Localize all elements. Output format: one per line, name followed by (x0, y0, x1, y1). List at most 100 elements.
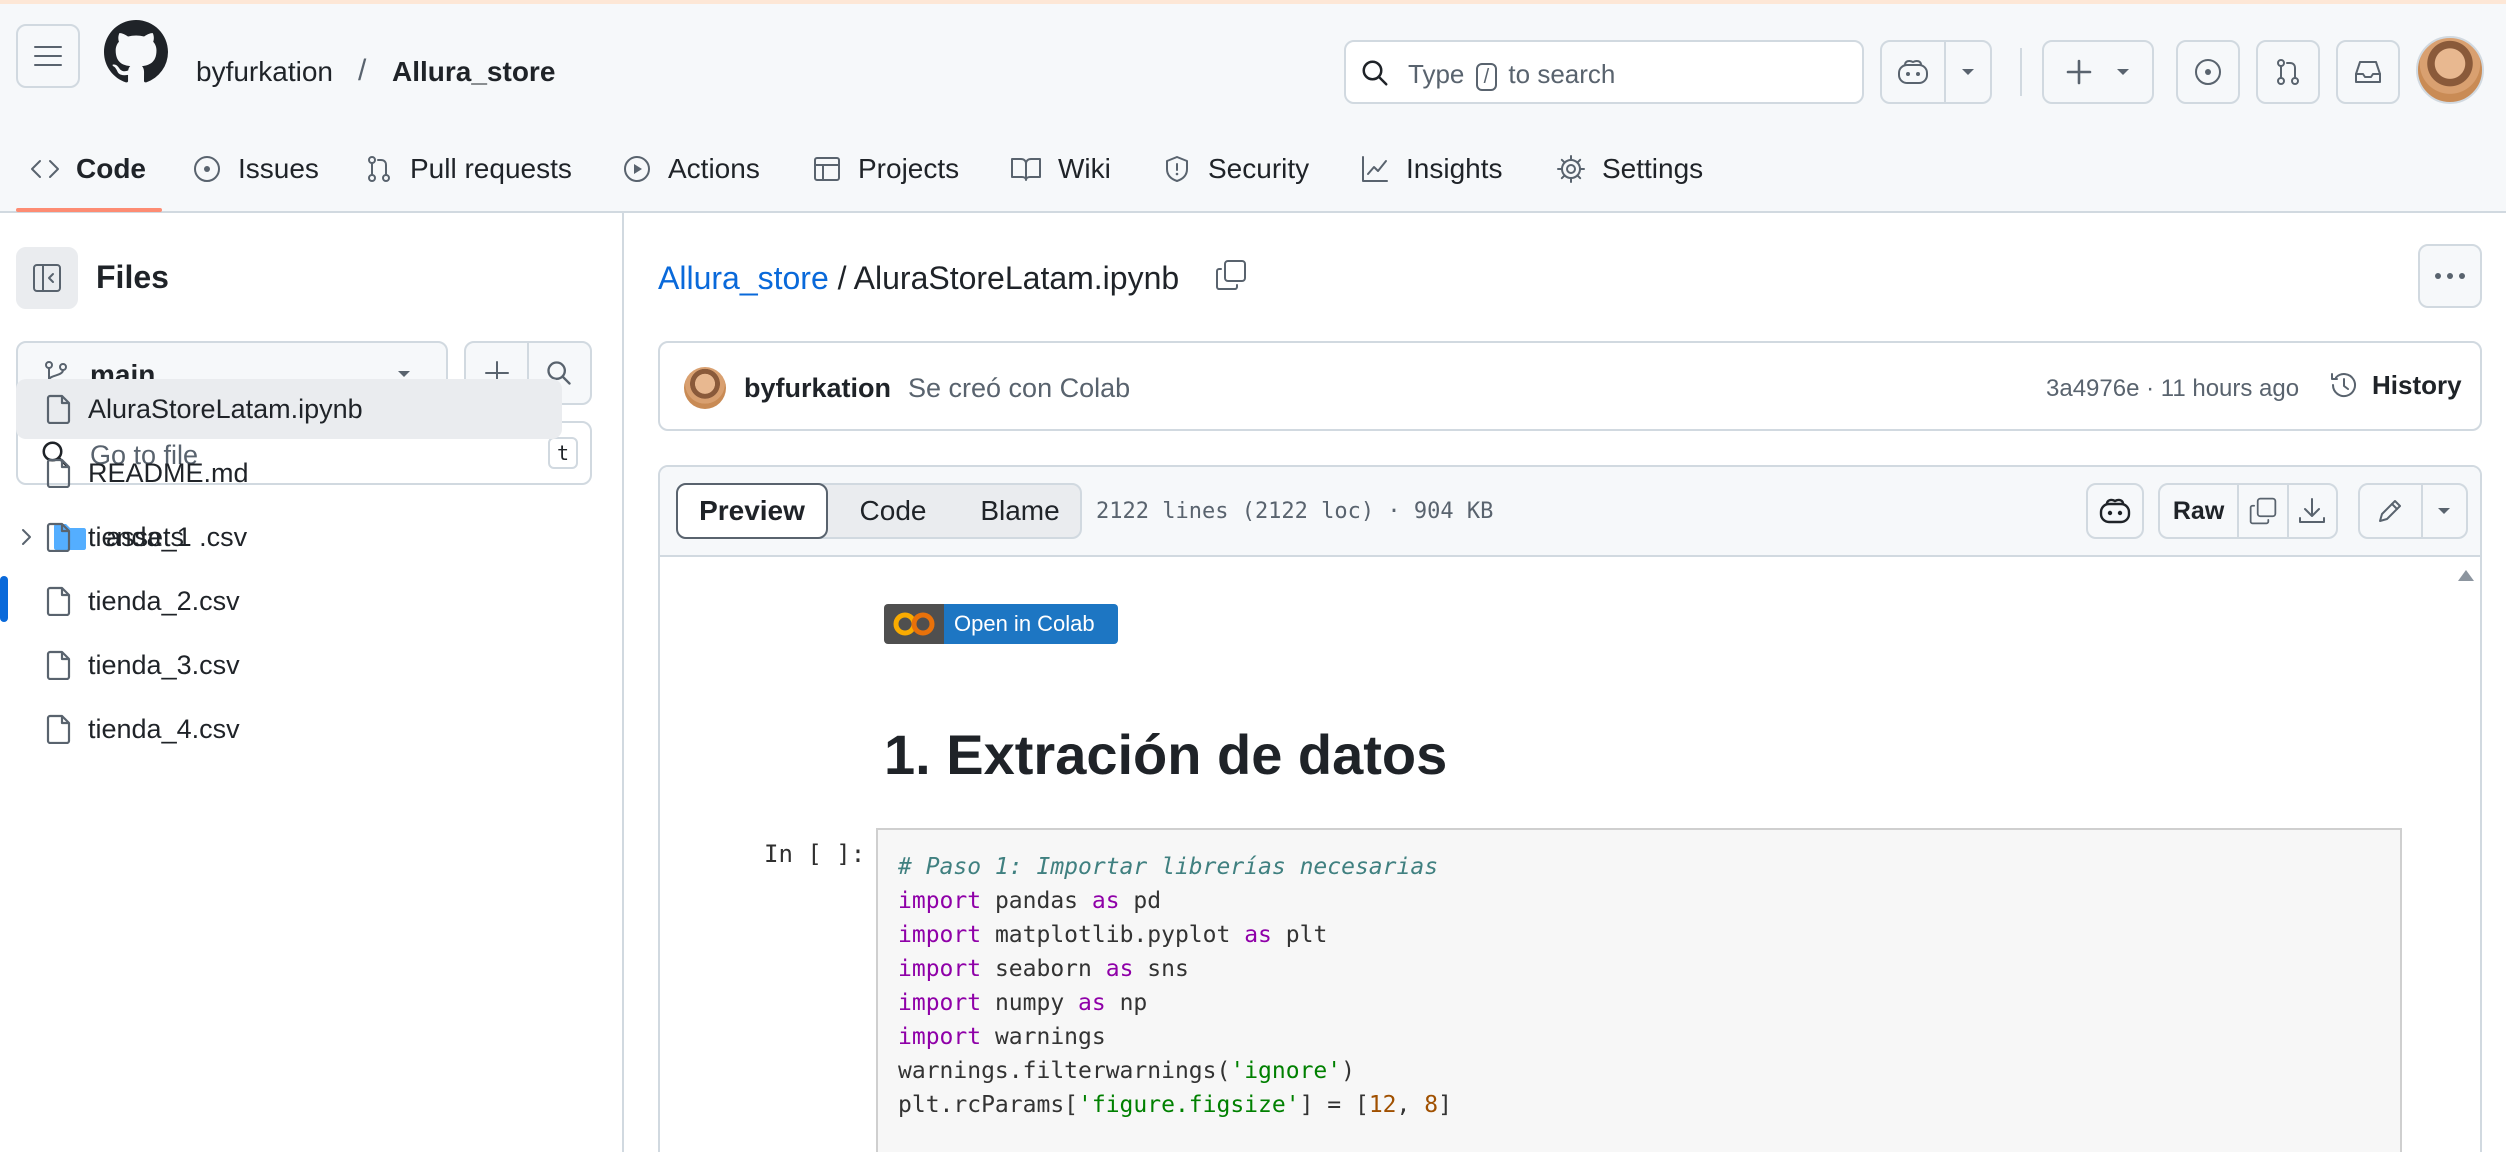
tab-label: Code (76, 153, 146, 184)
download-icon (2299, 498, 2326, 523)
github-logo[interactable] (104, 20, 168, 84)
tree-item-file[interactable]: tienda_2.csv (16, 571, 562, 631)
edit-dropdown-button[interactable] (2423, 485, 2466, 537)
active-tab-underline (16, 208, 162, 212)
tree-item-file[interactable]: AluraStoreLatam.ipynb (16, 379, 562, 439)
commit-author-avatar[interactable] (684, 367, 726, 409)
pull-request-icon (2277, 59, 2299, 85)
collapse-sidebar-button[interactable] (16, 247, 78, 309)
global-header: byfurkation / Allura_store Type / to sea… (0, 4, 2506, 213)
tree-item-file[interactable]: tienda_3.csv (16, 635, 562, 695)
copy-icon (2249, 497, 2277, 525)
scroll-up-icon[interactable] (2456, 567, 2476, 583)
tab-code[interactable]: Code (30, 144, 146, 194)
inbox-button[interactable] (2336, 40, 2400, 104)
file-icon (46, 586, 71, 616)
code-line: # Paso 1: Importar librerías necesarias (898, 854, 1439, 880)
tab-label: Security (1208, 153, 1310, 184)
header-divider (2020, 48, 2022, 96)
chevron-down-icon (2117, 69, 2129, 75)
edit-file-button[interactable] (2360, 485, 2421, 537)
tree-item-label: tienda_4.csv (88, 713, 240, 744)
tab-pull-requests[interactable]: Pull requests (364, 144, 572, 194)
tree-item-file[interactable]: tienda_4.csv (16, 699, 562, 759)
download-button[interactable] (2289, 485, 2336, 537)
tab-label: Settings (1602, 153, 1704, 184)
copilot-ask-button[interactable] (2086, 483, 2144, 539)
blame-button[interactable]: Blame (958, 485, 1082, 537)
preview-button[interactable]: Preview (676, 483, 828, 539)
file-icon (46, 650, 71, 680)
commit-sha-time[interactable]: 3a4976e · 11 hours ago (2046, 375, 2299, 403)
breadcrumb-repo-link[interactable]: Allura_store (658, 260, 829, 296)
tab-label: Issues (238, 153, 319, 184)
tree-item-file[interactable]: README.md (16, 443, 562, 503)
global-search-input[interactable]: Type / to search (1344, 40, 1864, 104)
file-icon (46, 522, 71, 552)
tab-issues[interactable]: Issues (192, 144, 319, 194)
copy-path-button[interactable] (1214, 258, 1248, 292)
commit-author[interactable]: byfurkation (744, 373, 891, 404)
tab-insights[interactable]: Insights (1360, 144, 1503, 194)
open-in-colab-badge[interactable]: Open in Colab (884, 604, 1118, 644)
tab-security[interactable]: Security (1162, 144, 1309, 194)
tree-item-label: tienda_1 .csv (88, 521, 248, 552)
repo-link[interactable]: Allura_store (392, 56, 555, 88)
tree-item-label: README.md (88, 457, 249, 488)
breadcrumb-separator: / (837, 260, 847, 296)
commit-message[interactable]: Se creó con Colab (908, 373, 1130, 404)
issues-button[interactable] (2176, 40, 2240, 104)
tab-actions[interactable]: Actions (622, 144, 760, 194)
code-line: import warnings (898, 1024, 1106, 1050)
breadcrumb: Allura_store / AluraStoreLatam.ipynb (658, 260, 1179, 297)
code-line: import matplotlib.pyplot as plt (898, 922, 1328, 948)
history-button[interactable]: History (2328, 369, 2462, 401)
more-options-button[interactable] (2418, 244, 2482, 308)
copy-raw-button[interactable] (2239, 485, 2286, 537)
file-icon (46, 394, 71, 424)
hamburger-icon (34, 46, 62, 66)
files-title: Files (96, 259, 169, 295)
tab-projects[interactable]: Projects (812, 144, 959, 194)
code-line: import pandas as pd (898, 888, 1162, 914)
tree-item-label: tienda_3.csv (88, 649, 240, 680)
book-icon (1011, 158, 1041, 181)
search-icon (1362, 60, 1388, 86)
raw-actions-group: Raw (2158, 483, 2338, 539)
hamburger-menu-button[interactable] (16, 24, 80, 88)
user-avatar[interactable] (2416, 36, 2484, 104)
tab-settings[interactable]: Settings (1556, 144, 1703, 194)
file-icon (46, 714, 71, 744)
tab-wiki[interactable]: Wiki (1010, 144, 1111, 194)
code-cell: # Paso 1: Importar librerías necesarias … (876, 828, 2402, 1152)
create-new-button[interactable] (2042, 40, 2154, 104)
inbox-icon (2355, 61, 2381, 83)
chevron-down-icon (1962, 69, 1974, 75)
pencil-icon (2379, 500, 2402, 522)
copilot-icon (2099, 498, 2131, 524)
graph-icon (1362, 156, 1388, 182)
copilot-menu-button[interactable] (1880, 40, 1992, 104)
slash-key-hint: / (1475, 63, 1498, 91)
file-meta: 2122 lines (2122 loc) · 904 KB (1096, 499, 1494, 524)
pull-requests-button[interactable] (2256, 40, 2320, 104)
table-icon (814, 157, 840, 181)
kebab-horizontal-icon (2435, 273, 2465, 279)
colab-label: Open in Colab (944, 604, 1118, 644)
breadcrumb-file: AluraStoreLatam.ipynb (853, 260, 1180, 296)
tab-label: Insights (1406, 153, 1503, 184)
code-view-button[interactable]: Code (828, 485, 958, 537)
tab-label: Pull requests (410, 153, 572, 184)
path-separator: / (358, 54, 367, 87)
owner-link[interactable]: byfurkation (196, 56, 333, 88)
gear-icon (1557, 155, 1585, 183)
code-block: # Paso 1: Importar librerías necesarias … (898, 850, 1452, 1122)
raw-button[interactable]: Raw (2160, 485, 2237, 537)
code-icon (31, 160, 59, 178)
history-label: History (2372, 369, 2462, 400)
tree-item-file[interactable]: tienda_1 .csv (16, 507, 562, 567)
tab-label: Actions (668, 153, 760, 184)
cell-prompt: In [ ]: (764, 840, 866, 868)
tree-item-label: AluraStoreLatam.ipynb (88, 393, 363, 424)
code-line: warnings.filterwarnings('ignore') (898, 1058, 1355, 1084)
